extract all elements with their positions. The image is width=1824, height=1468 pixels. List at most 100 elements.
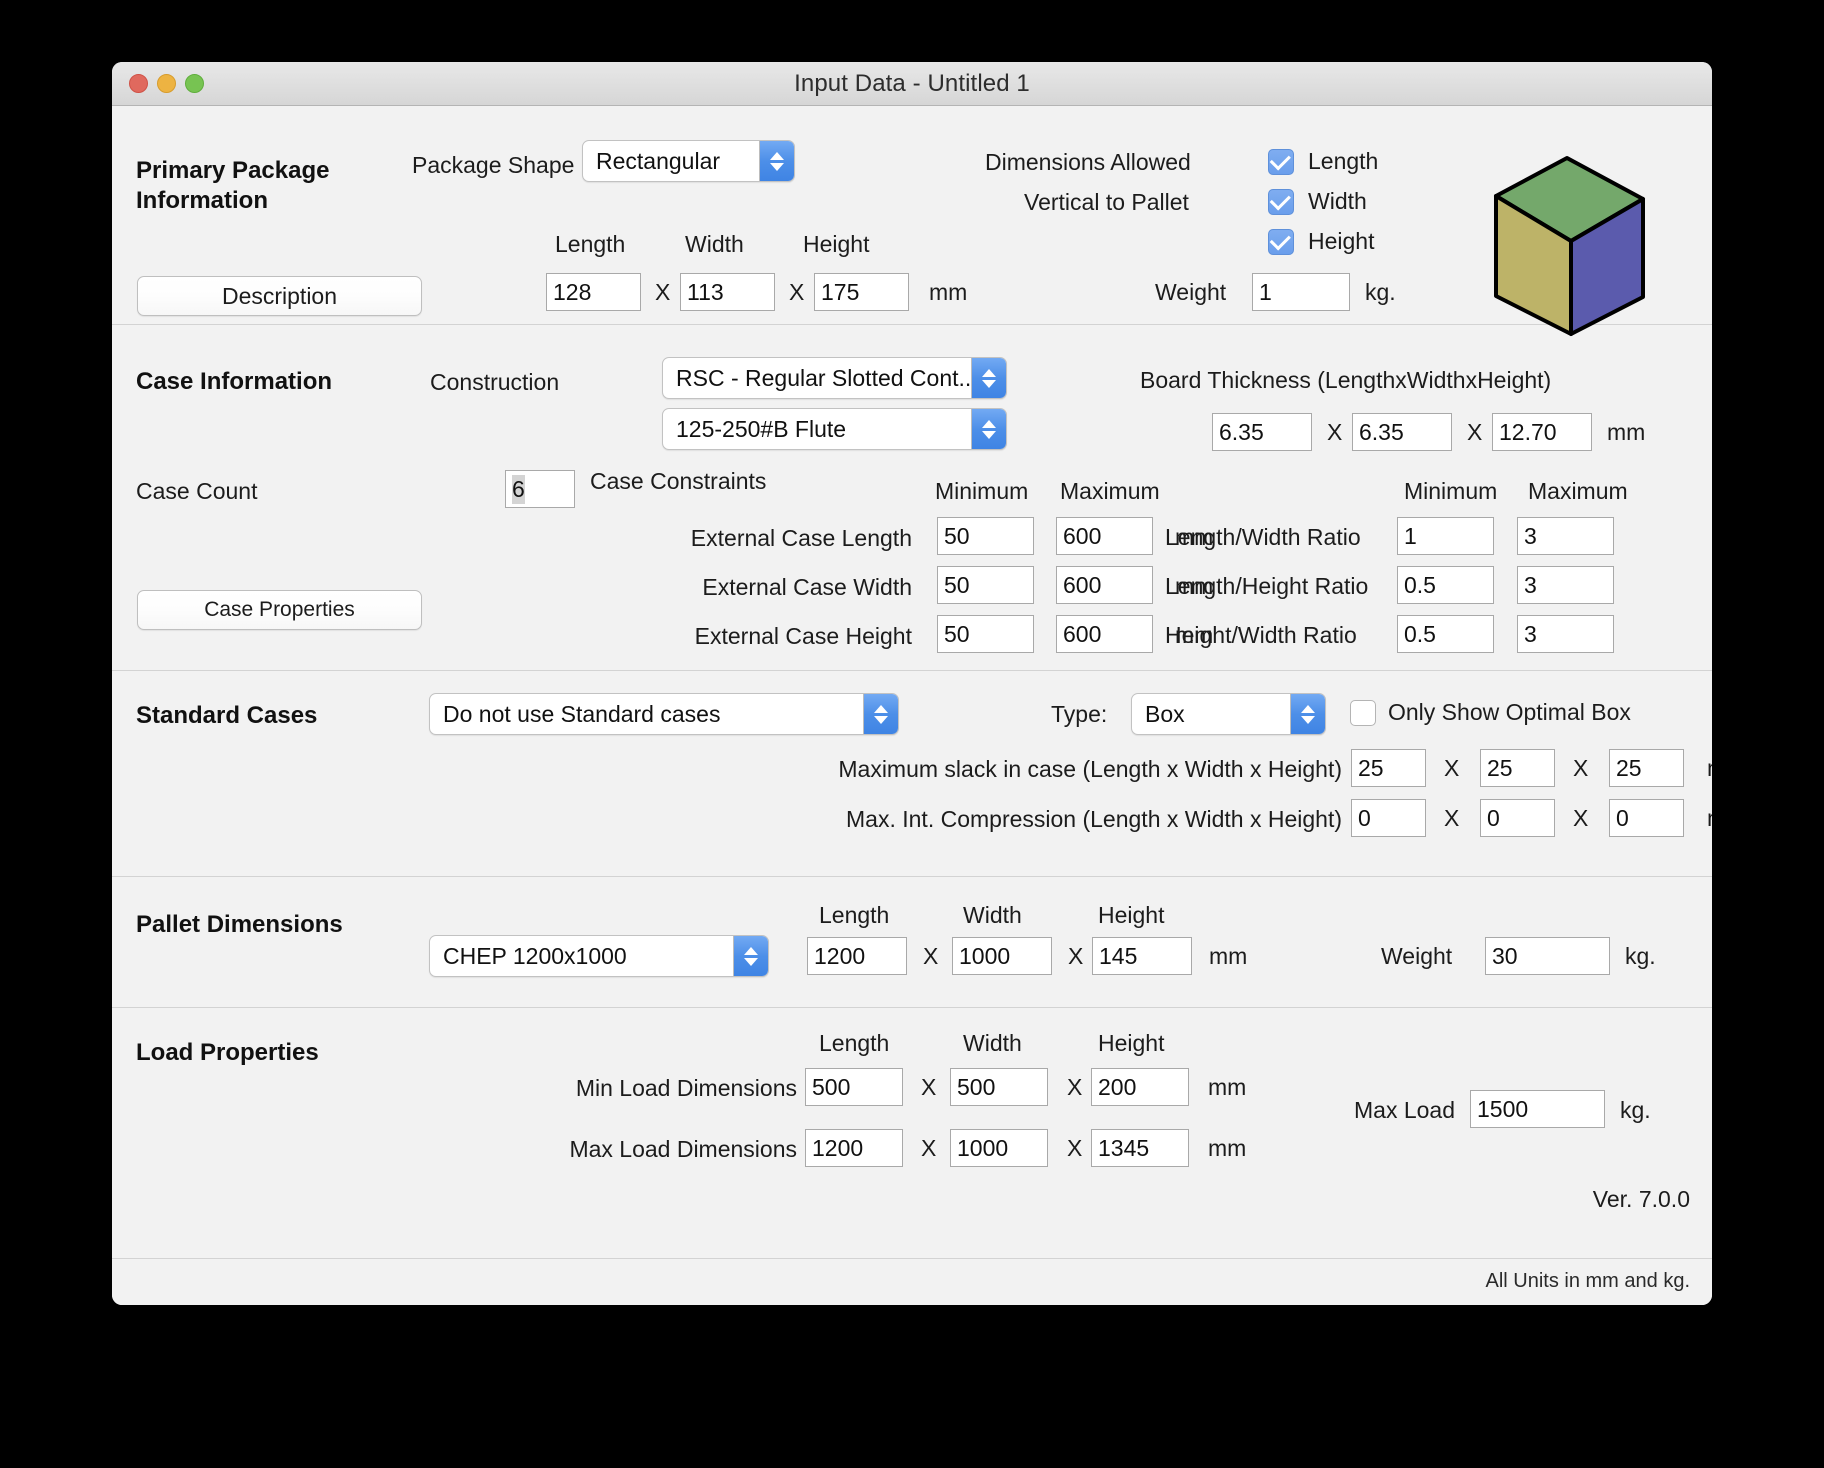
standard-cases-stepper-icon[interactable] bbox=[863, 694, 898, 734]
slack-height-input[interactable]: 25 bbox=[1609, 749, 1684, 787]
chevron-down-icon bbox=[1301, 716, 1315, 724]
board-thickness-length-input[interactable]: 6.35 bbox=[1212, 413, 1312, 451]
package-shape-select[interactable]: Rectangular bbox=[582, 140, 795, 182]
case-constraints-label: Case Constraints bbox=[590, 468, 766, 495]
external-case-height-label: External Case Height bbox=[352, 623, 912, 650]
checkbox-length[interactable] bbox=[1268, 149, 1294, 175]
pp-x-separator-2: X bbox=[789, 279, 804, 306]
pallet-height-header: Height bbox=[1098, 902, 1164, 929]
external-case-width-min-input[interactable]: 50 bbox=[937, 566, 1034, 604]
package-shape-stepper-icon[interactable] bbox=[759, 141, 794, 181]
pp-weight-input[interactable]: 1 bbox=[1252, 273, 1350, 311]
primary-package-heading-line2: Information bbox=[136, 186, 436, 216]
pallet-dimensions-heading: Pallet Dimensions bbox=[136, 910, 343, 940]
min-load-width-input[interactable]: 500 bbox=[950, 1068, 1048, 1106]
pallet-length-input[interactable]: 1200 bbox=[807, 937, 907, 975]
chevron-up-icon bbox=[982, 369, 996, 377]
flute-select[interactable]: 125-250#B Flute bbox=[662, 408, 1007, 450]
traffic-light-group bbox=[129, 62, 204, 105]
pallet-weight-units: kg. bbox=[1625, 943, 1656, 970]
max-load-length-input[interactable]: 1200 bbox=[805, 1129, 903, 1167]
checkbox-length-label: Length bbox=[1308, 148, 1378, 175]
close-button-icon[interactable] bbox=[129, 74, 148, 93]
construction-stepper-icon[interactable] bbox=[971, 358, 1006, 398]
external-case-length-max-input[interactable]: 600 bbox=[1056, 517, 1153, 555]
compression-height-input[interactable]: 0 bbox=[1609, 799, 1684, 837]
construction-select[interactable]: RSC - Regular Slotted Cont... bbox=[662, 357, 1007, 399]
chevron-up-icon bbox=[874, 705, 888, 713]
primary-package-heading: Primary Package Information bbox=[136, 156, 436, 216]
type-select[interactable]: Box bbox=[1131, 693, 1326, 735]
min-load-length-input[interactable]: 500 bbox=[805, 1068, 903, 1106]
package-3d-box-icon bbox=[1492, 154, 1647, 339]
length-height-ratio-max-input[interactable]: 3 bbox=[1517, 566, 1614, 604]
max-load-input[interactable]: 1500 bbox=[1470, 1090, 1605, 1128]
ratio-maximum-header: Maximum bbox=[1528, 478, 1628, 505]
section-primary-package: Primary Package Information Description … bbox=[112, 106, 1712, 325]
standard-cases-mode-value: Do not use Standard cases bbox=[430, 701, 863, 728]
max-load-x-separator-1: X bbox=[921, 1135, 936, 1162]
pp-height-input[interactable]: 175 bbox=[814, 273, 909, 311]
pallet-weight-input[interactable]: 30 bbox=[1485, 937, 1610, 975]
length-height-ratio-min-input[interactable]: 0.5 bbox=[1397, 566, 1494, 604]
external-case-width-max-input[interactable]: 600 bbox=[1056, 566, 1153, 604]
type-stepper-icon[interactable] bbox=[1290, 694, 1325, 734]
checkbox-width[interactable] bbox=[1268, 189, 1294, 215]
slack-x-separator-2: X bbox=[1573, 755, 1588, 782]
type-label: Type: bbox=[1051, 701, 1107, 728]
slack-width-input[interactable]: 25 bbox=[1480, 749, 1555, 787]
external-case-height-min-input[interactable]: 50 bbox=[937, 615, 1034, 653]
slack-x-separator-1: X bbox=[1444, 755, 1459, 782]
version-label: Ver. 7.0.0 bbox=[1593, 1186, 1690, 1213]
pallet-x-separator-1: X bbox=[923, 943, 938, 970]
pallet-width-input[interactable]: 1000 bbox=[952, 937, 1052, 975]
standard-cases-mode-select[interactable]: Do not use Standard cases bbox=[429, 693, 899, 735]
external-case-length-min-input[interactable]: 50 bbox=[937, 517, 1034, 555]
chevron-down-icon bbox=[874, 716, 888, 724]
compression-length-input[interactable]: 0 bbox=[1351, 799, 1426, 837]
chevron-up-icon bbox=[744, 947, 758, 955]
minimize-button-icon[interactable] bbox=[157, 74, 176, 93]
pallet-height-input[interactable]: 145 bbox=[1092, 937, 1192, 975]
slack-length-input[interactable]: 25 bbox=[1351, 749, 1426, 787]
external-case-height-max-input[interactable]: 600 bbox=[1056, 615, 1153, 653]
max-load-height-input[interactable]: 1345 bbox=[1091, 1129, 1189, 1167]
load-length-header: Length bbox=[819, 1030, 889, 1057]
board-thickness-height-input[interactable]: 12.70 bbox=[1492, 413, 1592, 451]
dimensions-allowed-line1: Dimensions Allowed bbox=[985, 149, 1191, 176]
pp-weight-units: kg. bbox=[1365, 279, 1396, 306]
min-load-units-label: mm bbox=[1208, 1074, 1246, 1101]
description-button[interactable]: Description bbox=[137, 276, 422, 316]
pp-length-input[interactable]: 128 bbox=[546, 273, 641, 311]
checkbox-height[interactable] bbox=[1268, 229, 1294, 255]
max-load-width-input[interactable]: 1000 bbox=[950, 1129, 1048, 1167]
min-load-height-input[interactable]: 200 bbox=[1091, 1068, 1189, 1106]
units-note: All Units in mm and kg. bbox=[1485, 1270, 1690, 1293]
length-width-ratio-min-input[interactable]: 1 bbox=[1397, 517, 1494, 555]
flute-stepper-icon[interactable] bbox=[971, 409, 1006, 449]
case-count-value: 6 bbox=[512, 475, 525, 504]
compression-x-separator-2: X bbox=[1573, 805, 1588, 832]
constraints-maximum-header: Maximum bbox=[1060, 478, 1160, 505]
pallet-select[interactable]: CHEP 1200x1000 bbox=[429, 935, 769, 977]
type-value: Box bbox=[1132, 701, 1290, 728]
board-thickness-width-input[interactable]: 6.35 bbox=[1352, 413, 1452, 451]
height-width-ratio-min-input[interactable]: 0.5 bbox=[1397, 615, 1494, 653]
dimensions-allowed-line2: Vertical to Pallet bbox=[1024, 189, 1189, 216]
pp-width-input[interactable]: 113 bbox=[680, 273, 775, 311]
load-properties-heading: Load Properties bbox=[136, 1038, 319, 1068]
checkbox-height-label: Height bbox=[1308, 228, 1374, 255]
max-load-units: kg. bbox=[1620, 1097, 1651, 1124]
pallet-stepper-icon[interactable] bbox=[733, 936, 768, 976]
only-show-optimal-box-checkbox[interactable] bbox=[1350, 700, 1376, 726]
height-width-ratio-max-input[interactable]: 3 bbox=[1517, 615, 1614, 653]
pallet-units-label: mm bbox=[1209, 943, 1247, 970]
compression-width-input[interactable]: 0 bbox=[1480, 799, 1555, 837]
load-height-header: Height bbox=[1098, 1030, 1164, 1057]
compression-x-separator-1: X bbox=[1444, 805, 1459, 832]
min-load-dimensions-label: Min Load Dimensions bbox=[312, 1075, 797, 1102]
case-count-input[interactable]: 6 bbox=[505, 470, 575, 508]
length-width-ratio-max-input[interactable]: 3 bbox=[1517, 517, 1614, 555]
zoom-button-icon[interactable] bbox=[185, 74, 204, 93]
primary-package-heading-line1: Primary Package bbox=[136, 156, 436, 186]
